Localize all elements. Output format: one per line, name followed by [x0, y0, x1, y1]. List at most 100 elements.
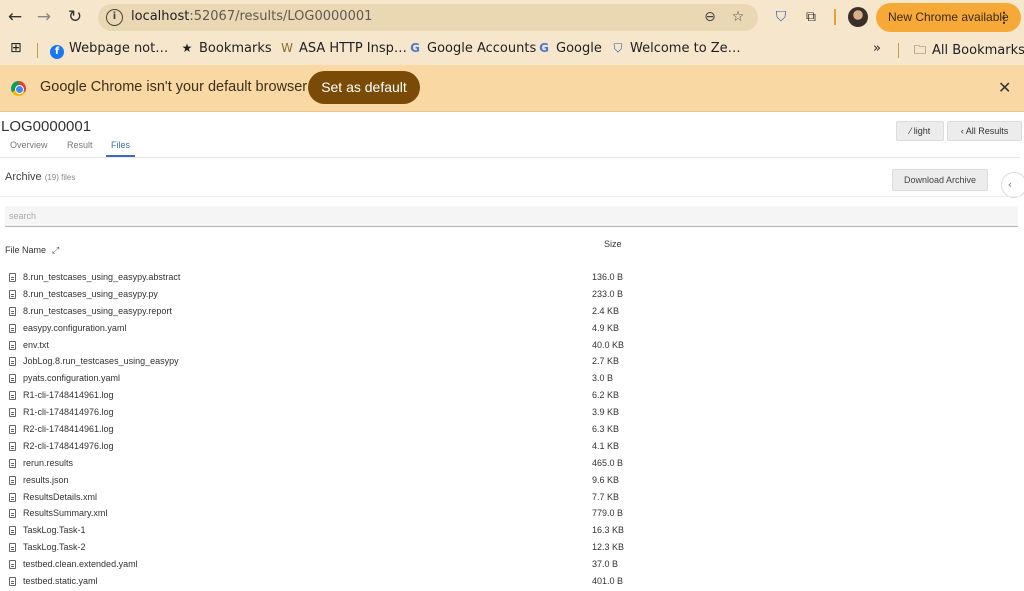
- file-row[interactable]: rerun.results 465.0 B: [0, 455, 1020, 472]
- file-name-link[interactable]: ResultsSummary.xml: [23, 508, 107, 518]
- light-theme-button[interactable]: ⁄ light: [896, 121, 944, 141]
- file-row[interactable]: R1-cli-1748414976.log 3.9 KB: [0, 404, 1020, 421]
- file-size: 16.3 KB: [592, 525, 625, 536]
- bookmark-google-accounts[interactable]: G Google Accounts: [408, 41, 536, 56]
- file-row[interactable]: 8.run_testcases_using_easypy.py 233.0 B: [0, 286, 1020, 303]
- close-icon[interactable]: ✕: [998, 78, 1011, 97]
- file-row[interactable]: testbed.static.yaml 401.0 B: [0, 573, 1020, 590]
- column-header-size[interactable]: Size: [604, 239, 622, 249]
- file-name-link[interactable]: R2-cli-1748414961.log: [23, 424, 114, 434]
- file-name-link[interactable]: 8.run_testcases_using_easypy.report: [23, 306, 172, 316]
- file-row[interactable]: R2-cli-1748414961.log 6.3 KB: [0, 421, 1020, 438]
- file-row[interactable]: R1-cli-1748414961.log 6.2 KB: [0, 387, 1020, 404]
- file-row[interactable]: TaskLog.Task-1 16.3 KB: [0, 522, 1020, 539]
- star-icon[interactable]: ☆: [728, 7, 748, 27]
- url-text[interactable]: localhost:52067/results/LOG0000001: [131, 9, 372, 24]
- column-header-file-name[interactable]: File Name ⤢: [5, 245, 59, 256]
- file-name-link[interactable]: results.json: [23, 475, 69, 485]
- bookmark-asa-http[interactable]: W ASA HTTP Insp…: [280, 41, 407, 56]
- bookmark-webpage-not[interactable]: f Webpage not…: [50, 41, 168, 59]
- file-icon: [9, 340, 16, 350]
- file-name-link[interactable]: R2-cli-1748414976.log: [23, 441, 114, 451]
- tab-overview[interactable]: Overview: [10, 140, 48, 150]
- site-info-icon[interactable]: i: [106, 9, 123, 26]
- file-name-link[interactable]: ResultsDetails.xml: [23, 492, 97, 502]
- file-name-link[interactable]: testbed.clean.extended.yaml: [23, 559, 138, 569]
- file-row[interactable]: R2-cli-1748414976.log 4.1 KB: [0, 438, 1020, 455]
- download-archive-button[interactable]: Download Archive: [892, 169, 988, 191]
- new-chrome-available-button[interactable]: New Chrome available ⋮: [876, 3, 1021, 32]
- file-row[interactable]: results.json 9.6 KB: [0, 472, 1020, 489]
- file-row[interactable]: 8.run_testcases_using_easypy.abstract 136…: [0, 269, 1020, 286]
- file-row[interactable]: 8.run_testcases_using_easypy.report 2.4 K…: [0, 303, 1020, 320]
- address-bar[interactable]: i localhost:52067/results/LOG0000001 ⊖ ☆: [98, 4, 758, 31]
- new-chrome-label: New Chrome available: [888, 10, 1009, 24]
- file-size: 4.1 KB: [592, 440, 620, 451]
- tab-files[interactable]: Files: [111, 140, 130, 150]
- bookmarks-divider: [898, 43, 899, 58]
- profile-avatar[interactable]: [848, 7, 868, 27]
- bookmark-label: Google: [556, 41, 602, 56]
- file-name-link[interactable]: TaskLog.Task-2: [23, 542, 86, 552]
- file-row[interactable]: pyats.configuration.yaml 3.0 B: [0, 370, 1020, 387]
- file-name-link[interactable]: JobLog.8.run_testcases_using_easypy: [23, 356, 179, 366]
- file-name-link[interactable]: testbed.static.yaml: [23, 576, 98, 586]
- bookmarks-overflow-button[interactable]: »: [873, 41, 881, 56]
- file-name-link[interactable]: easypy.configuration.yaml: [23, 323, 126, 333]
- search-input[interactable]: [5, 206, 1018, 227]
- file-name-link[interactable]: R1-cli-1748414961.log: [23, 390, 114, 400]
- header-divider: [0, 157, 1020, 158]
- file-size: 9.6 KB: [592, 474, 620, 485]
- file-row[interactable]: JobLog.8.run_testcases_using_easypy 2.7 K…: [0, 353, 1020, 370]
- zoom-icon[interactable]: ⊖: [700, 7, 720, 27]
- file-name-link[interactable]: rerun.results: [23, 458, 73, 468]
- file-size: 2.4 KB: [592, 305, 620, 316]
- extension-shield-icon[interactable]: ⛉: [771, 7, 791, 27]
- file-row[interactable]: easypy.configuration.yaml 4.9 KB: [0, 320, 1020, 337]
- file-icon: [9, 441, 16, 451]
- file-size: 465.0 B: [592, 457, 624, 468]
- sidebar-toggle-chevron-icon[interactable]: ‹: [1001, 172, 1024, 198]
- archive-file-count: (19) files: [44, 173, 76, 182]
- file-name-link[interactable]: 8.run_testcases_using_easypy.abstract: [23, 272, 180, 282]
- all-results-button[interactable]: ‹ All Results: [947, 121, 1022, 141]
- extensions-puzzle-icon[interactable]: ⧉: [801, 7, 821, 27]
- file-icon: [9, 509, 16, 519]
- file-name-link[interactable]: 8.run_testcases_using_easypy.py: [23, 289, 158, 299]
- file-size: 401.0 B: [592, 576, 624, 587]
- file-name-link[interactable]: pyats.configuration.yaml: [23, 373, 120, 383]
- bookmark-google[interactable]: G Google: [537, 41, 602, 56]
- file-name-link[interactable]: R1-cli-1748414976.log: [23, 407, 114, 417]
- page-title: LOG0000001: [1, 118, 92, 135]
- reload-icon[interactable]: ↻: [64, 6, 86, 28]
- file-icon: [9, 458, 16, 468]
- file-row[interactable]: ResultsDetails.xml 7.7 KB: [0, 489, 1020, 506]
- file-row[interactable]: TaskLog.Task-2 12.3 KB: [0, 539, 1020, 556]
- bookmark-welcome[interactable]: ⛉ Welcome to Ze…: [611, 41, 741, 56]
- more-menu-icon[interactable]: ⋮: [997, 3, 1011, 32]
- bookmarks-divider: [37, 43, 38, 58]
- forward-icon[interactable]: →: [33, 6, 55, 28]
- chrome-logo-icon: [11, 81, 26, 96]
- apps-grid-icon[interactable]: ⊞: [10, 40, 22, 56]
- file-icon: [9, 492, 16, 502]
- tab-result[interactable]: Result: [67, 140, 93, 150]
- set-as-default-button[interactable]: Set as default: [308, 71, 420, 104]
- archive-divider: [0, 196, 1020, 197]
- file-row[interactable]: ResultsSummary.xml 779.0 B: [0, 505, 1020, 522]
- file-row[interactable]: env.txt 40.0 KB: [0, 337, 1020, 354]
- file-size: 2.7 KB: [592, 356, 620, 367]
- file-icon: [9, 543, 16, 553]
- facebook-icon: f: [50, 45, 64, 59]
- file-name-link[interactable]: env.txt: [23, 340, 49, 350]
- all-bookmarks-button[interactable]: 🗀 All Bookmarks: [913, 41, 1024, 62]
- file-size: 3.9 KB: [592, 407, 620, 418]
- bookmark-bookmarks[interactable]: ★ Bookmarks: [180, 41, 272, 56]
- folder-icon: 🗀: [913, 43, 926, 57]
- expand-icon[interactable]: ⤢: [52, 246, 59, 256]
- file-name-link[interactable]: TaskLog.Task-1: [23, 525, 86, 535]
- bookmark-label: Welcome to Ze…: [630, 41, 741, 56]
- back-icon[interactable]: ←: [4, 6, 26, 28]
- bookmark-label: Webpage not…: [69, 41, 169, 56]
- file-row[interactable]: testbed.clean.extended.yaml 37.0 B: [0, 556, 1020, 573]
